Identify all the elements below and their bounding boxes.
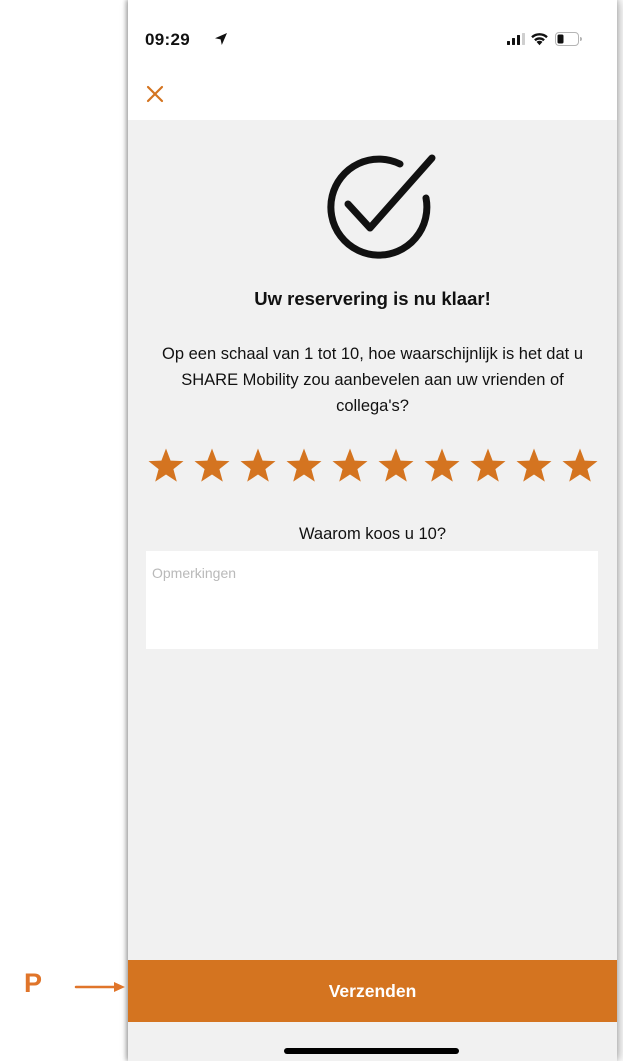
checkmark-circle-icon	[327, 154, 436, 259]
annotation-arrow-icon	[74, 982, 125, 992]
status-time: 09:29	[145, 30, 190, 49]
star-icon[interactable]	[147, 447, 185, 485]
star-icon[interactable]	[193, 447, 231, 485]
nav-bar	[128, 68, 617, 120]
star-icon[interactable]	[469, 447, 507, 485]
star-icon[interactable]	[285, 447, 323, 485]
battery-icon	[555, 32, 582, 46]
reason-prompt: Waarom koos u 10?	[298, 525, 447, 543]
home-indicator	[284, 1048, 459, 1054]
star-icon[interactable]	[515, 447, 553, 485]
star-icon[interactable]	[377, 447, 415, 485]
star-icon[interactable]	[423, 447, 461, 485]
status-bar: 09:29	[128, 0, 617, 68]
star-icon[interactable]	[239, 447, 277, 485]
star-icon[interactable]	[331, 447, 369, 485]
close-icon[interactable]	[144, 82, 168, 106]
confirmation-title: Uw reservering is nu klaar!	[254, 288, 491, 309]
rating-question: Op een schaal van 1 tot 10, hoe waarschi…	[162, 345, 583, 415]
annotation-letter: P	[24, 968, 43, 998]
wifi-icon	[531, 33, 548, 46]
submit-button[interactable]: Verzenden	[128, 960, 617, 1022]
submit-button-label: Verzenden	[328, 980, 417, 1001]
signal-icon	[507, 33, 525, 45]
comments-input[interactable]: Opmerkingen	[146, 551, 598, 649]
star-icon[interactable]	[561, 447, 599, 485]
star-rating[interactable]	[147, 447, 599, 491]
location-arrow-icon	[215, 33, 227, 45]
phone-screen: 09:29 Uw reservering is nu klaar! Op een…	[128, 0, 617, 1061]
comments-placeholder: Opmerkingen	[152, 565, 237, 581]
